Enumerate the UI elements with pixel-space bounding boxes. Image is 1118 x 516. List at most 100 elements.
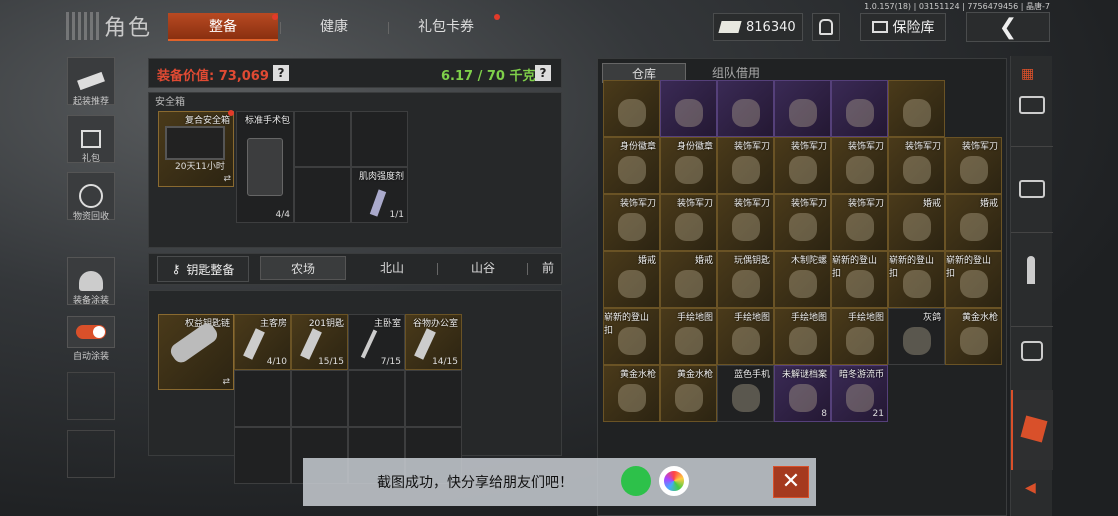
warehouse-item[interactable]: 手绘地图 bbox=[831, 308, 888, 365]
storage-icon[interactable] bbox=[1019, 96, 1045, 114]
warehouse-item[interactable] bbox=[603, 80, 660, 137]
warehouse-item[interactable]: 装饰军刀 bbox=[831, 137, 888, 194]
warehouse-item[interactable]: 装饰军刀 bbox=[717, 194, 774, 251]
key-loadout-button[interactable]: ⚷ 钥匙整备 bbox=[157, 256, 249, 282]
warehouse-item[interactable]: 未解谜档案 8 bbox=[774, 365, 831, 422]
vault-button[interactable]: 保险库 bbox=[860, 13, 946, 41]
empty-slot[interactable] bbox=[351, 111, 408, 167]
warehouse-item[interactable]: 装饰军刀 bbox=[717, 137, 774, 194]
notification-dot bbox=[272, 14, 278, 20]
empty-slot[interactable] bbox=[234, 370, 291, 427]
warehouse-item[interactable]: 手绘地图 bbox=[717, 308, 774, 365]
tab-north-hill[interactable]: 北山 bbox=[348, 256, 436, 280]
warehouse-item[interactable]: 崭新的登山扣 bbox=[831, 251, 888, 308]
valuables-tab[interactable] bbox=[1011, 390, 1053, 470]
item-icon bbox=[618, 270, 646, 298]
currency-display[interactable]: 816340 bbox=[713, 13, 803, 41]
empty-slot[interactable] bbox=[294, 167, 351, 223]
key-slot[interactable]: 谷物办公室 14/15 bbox=[405, 314, 462, 370]
key-icon bbox=[360, 329, 378, 359]
ammo-icon[interactable] bbox=[1027, 256, 1035, 284]
collapse-arrow-icon[interactable]: ◀ bbox=[1025, 480, 1036, 496]
warehouse-item[interactable]: 黄金水枪 bbox=[660, 365, 717, 422]
item-icon bbox=[789, 213, 817, 241]
item-icon bbox=[732, 99, 760, 127]
item-icon bbox=[618, 99, 646, 127]
back-button[interactable]: ❮ bbox=[966, 12, 1050, 42]
empty-slot[interactable] bbox=[291, 370, 348, 427]
warehouse-item[interactable]: 木制陀螺 bbox=[774, 251, 831, 308]
warehouse-item[interactable]: 婚戒 bbox=[660, 251, 717, 308]
tab-gift-cards[interactable]: 礼包卡券 bbox=[390, 13, 502, 41]
warehouse-item[interactable]: 黄金水枪 bbox=[603, 365, 660, 422]
warehouse-item[interactable]: 暗冬游流币 21 bbox=[831, 365, 888, 422]
warehouse-item[interactable] bbox=[717, 80, 774, 137]
warehouse-item[interactable]: 手绘地图 bbox=[774, 308, 831, 365]
warehouse-item[interactable]: 灰鸽 bbox=[888, 308, 945, 365]
warehouse-item[interactable]: 身份徽章 bbox=[603, 137, 660, 194]
syringe-icon bbox=[369, 189, 387, 217]
item-icon bbox=[903, 270, 931, 298]
tab-more[interactable]: 前 bbox=[536, 256, 560, 280]
muscle-stim-slot[interactable]: 肌肉强度剂 1/1 bbox=[351, 167, 408, 223]
help-icon[interactable]: ? bbox=[535, 65, 551, 81]
warehouse-item[interactable] bbox=[831, 80, 888, 137]
wechat-icon[interactable] bbox=[621, 466, 651, 496]
help-icon[interactable]: ? bbox=[273, 65, 289, 81]
warehouse-item[interactable]: 崭新的登山扣 bbox=[603, 308, 660, 365]
key-slot[interactable]: 主卧室 7/15 bbox=[348, 314, 405, 370]
empty-slot[interactable] bbox=[405, 370, 462, 427]
warehouse-item[interactable]: 装饰军刀 bbox=[774, 194, 831, 251]
filter-icon[interactable]: ▦ bbox=[1021, 66, 1034, 82]
key-icon bbox=[243, 328, 265, 360]
key-icon bbox=[300, 328, 322, 360]
empty-slot[interactable] bbox=[234, 427, 291, 484]
close-icon[interactable]: ✕ bbox=[773, 466, 809, 498]
item-icon bbox=[846, 213, 874, 241]
warehouse-item[interactable] bbox=[774, 80, 831, 137]
warehouse-item[interactable]: 黄金水枪 bbox=[945, 308, 1002, 365]
warehouse-item[interactable]: 装饰军刀 bbox=[660, 194, 717, 251]
warehouse-item[interactable]: 装饰军刀 bbox=[888, 137, 945, 194]
warehouse-item[interactable] bbox=[888, 80, 945, 137]
item-icon bbox=[789, 327, 817, 355]
warehouse-item[interactable]: 手绘地图 bbox=[660, 308, 717, 365]
empty-slot[interactable] bbox=[294, 111, 351, 167]
box-icon bbox=[1020, 415, 1048, 443]
empty-slot[interactable] bbox=[348, 370, 405, 427]
item-icon bbox=[846, 99, 874, 127]
tab-farm[interactable]: 农场 bbox=[260, 256, 346, 280]
warehouse-item[interactable]: 玩偶钥匙 bbox=[717, 251, 774, 308]
warehouse-item[interactable]: 蓝色手机 bbox=[717, 365, 774, 422]
warehouse-item[interactable]: 装饰军刀 bbox=[603, 194, 660, 251]
key-slot[interactable]: 主客房 4/10 bbox=[234, 314, 291, 370]
item-icon bbox=[675, 156, 703, 184]
trader-button[interactable] bbox=[812, 13, 840, 41]
warehouse-item[interactable]: 装饰军刀 bbox=[774, 137, 831, 194]
kit-icon bbox=[247, 138, 283, 196]
warehouse-item[interactable]: 婚戒 bbox=[603, 251, 660, 308]
auto-paint-toggle[interactable] bbox=[67, 316, 115, 348]
warehouse-item[interactable]: 崭新的登山扣 bbox=[945, 251, 1002, 308]
tab-valley[interactable]: 山谷 bbox=[440, 256, 526, 280]
key-chain-slot[interactable]: 权益钥匙链 ⇄ bbox=[158, 314, 234, 390]
item-icon bbox=[675, 213, 703, 241]
moments-icon[interactable] bbox=[659, 466, 689, 496]
safe-box-slot[interactable]: 复合安全箱 20天11小时 ⇄ bbox=[158, 111, 234, 187]
warehouse-item[interactable]: 装饰军刀 bbox=[945, 137, 1002, 194]
warehouse-item[interactable]: 装饰军刀 bbox=[831, 194, 888, 251]
item-icon bbox=[960, 270, 988, 298]
tab-equip[interactable]: 整备 bbox=[168, 13, 278, 41]
warehouse-item[interactable]: 婚戒 bbox=[945, 194, 1002, 251]
key-slot[interactable]: 201钥匙 15/15 bbox=[291, 314, 348, 370]
empty-slot bbox=[67, 430, 115, 478]
warehouse-item[interactable]: 崭新的登山扣 bbox=[888, 251, 945, 308]
warehouse-item[interactable] bbox=[660, 80, 717, 137]
equip-value: 装备价值: 73,069 bbox=[157, 69, 269, 84]
container-icon[interactable] bbox=[1019, 180, 1045, 198]
surgery-kit-slot[interactable]: 标准手术包 4/4 bbox=[236, 111, 294, 223]
warehouse-item[interactable]: 身份徽章 bbox=[660, 137, 717, 194]
tab-health[interactable]: 健康 bbox=[282, 13, 386, 41]
warehouse-item[interactable]: 婚戒 bbox=[888, 194, 945, 251]
medical-icon[interactable] bbox=[1021, 341, 1043, 361]
